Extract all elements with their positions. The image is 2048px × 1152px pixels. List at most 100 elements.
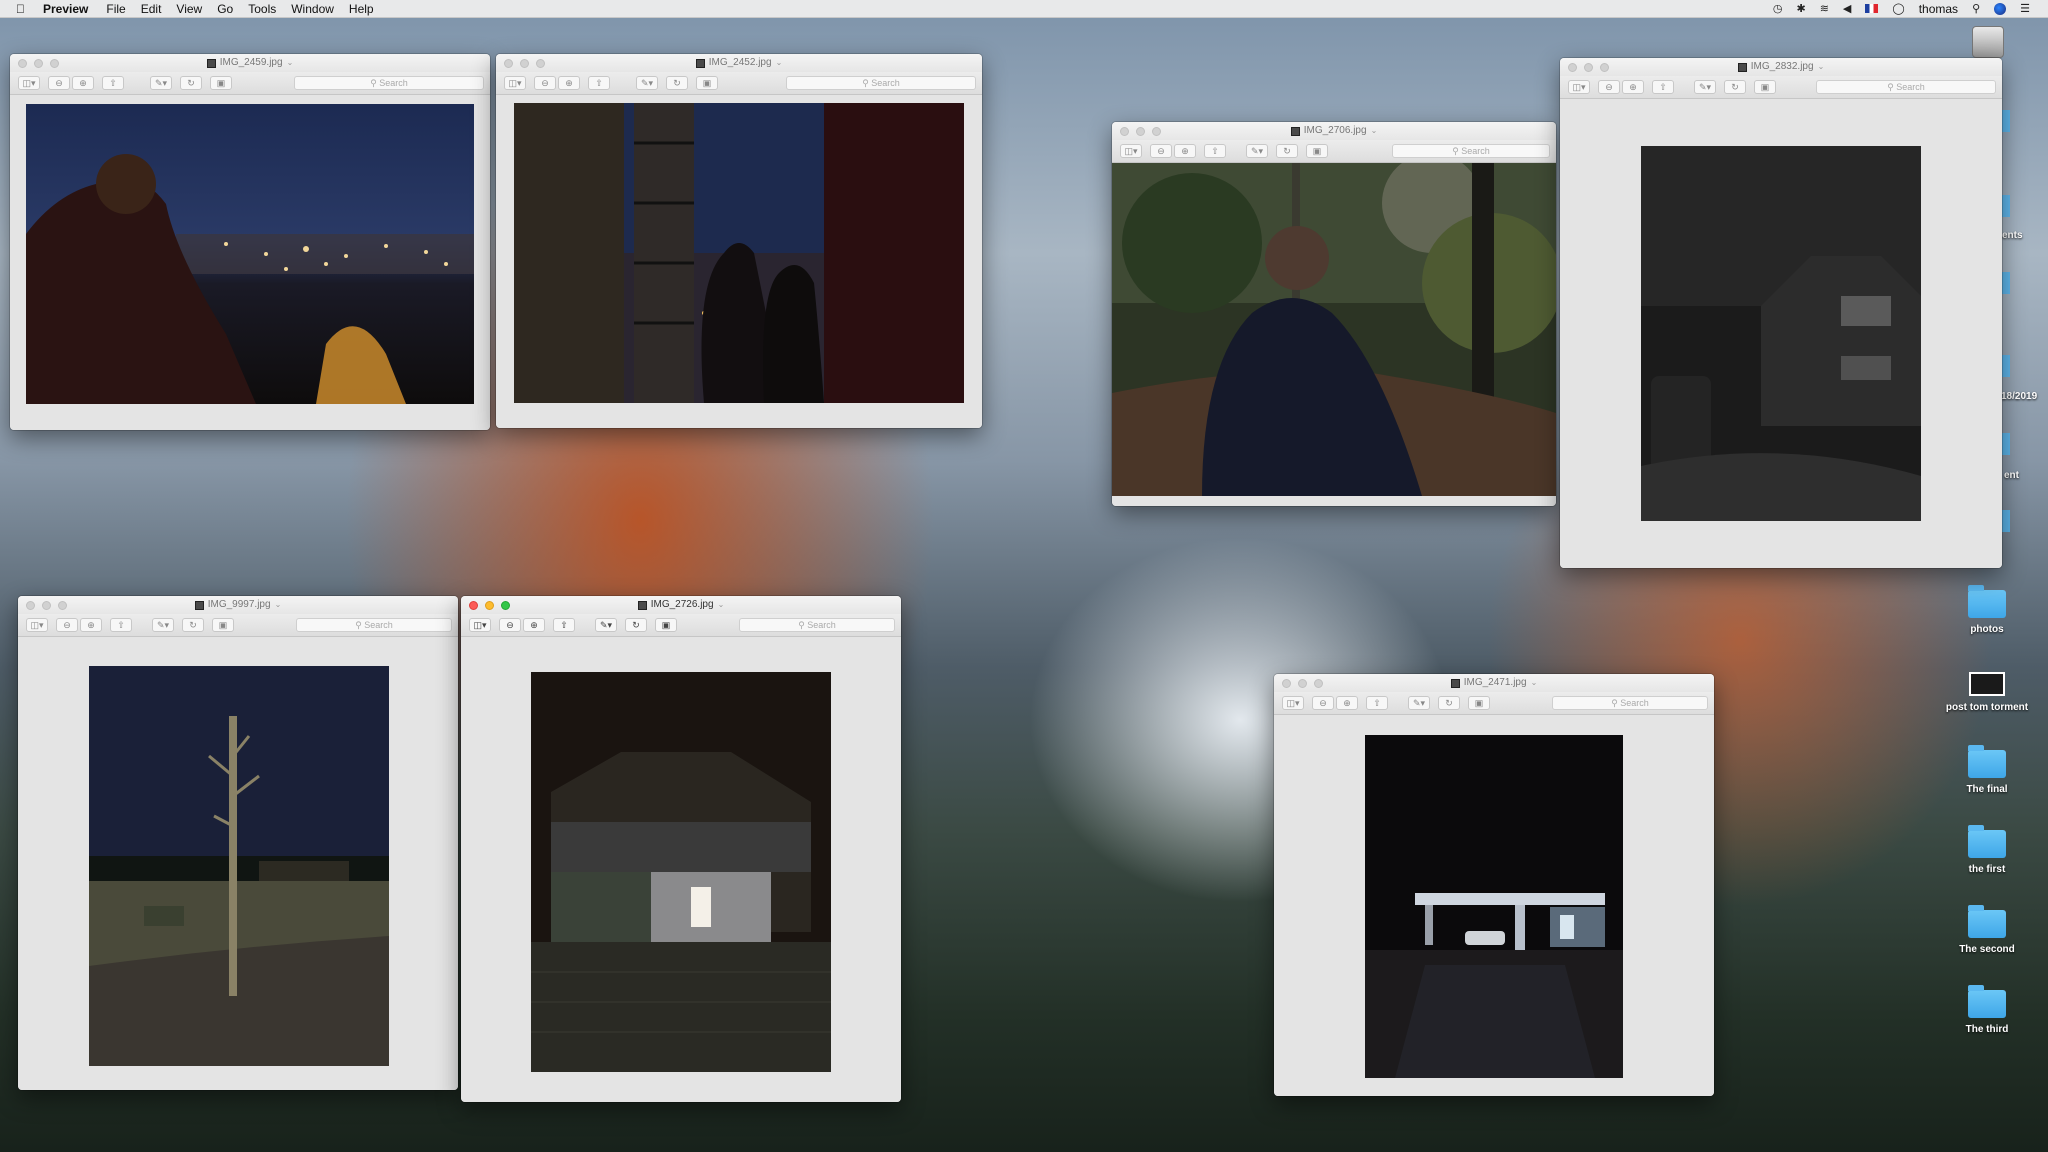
image-canvas[interactable]	[1560, 99, 2002, 568]
image-canvas[interactable]	[1274, 715, 1714, 1096]
zoom-out-button[interactable]: ⊖	[499, 618, 521, 632]
zoom-in-button[interactable]: ⊕	[1174, 144, 1196, 158]
chevron-down-icon[interactable]: ⌄	[1531, 674, 1538, 692]
chevron-down-icon[interactable]: ⌄	[718, 596, 725, 614]
preview-window-img-2459[interactable]: IMG_2459.jpg ⌄ ◫▾ ⊖ ⊕ ⇧ ✎▾ ↻ ▣ ⚲ Search	[10, 54, 490, 430]
minimize-button[interactable]	[1136, 127, 1145, 136]
menu-go[interactable]: Go	[217, 2, 233, 16]
zoom-in-button[interactable]: ⊕	[523, 618, 545, 632]
zoom-button[interactable]	[501, 601, 510, 610]
chevron-down-icon[interactable]: ⌄	[287, 54, 294, 72]
preview-window-img-2452[interactable]: IMG_2452.jpg ⌄ ◫▾ ⊖ ⊕ ⇧ ✎▾ ↻ ▣ ⚲ Search	[496, 54, 982, 428]
zoom-in-button[interactable]: ⊕	[72, 76, 94, 90]
toolbox-button[interactable]: ▣	[1468, 696, 1490, 710]
zoom-button[interactable]	[536, 59, 545, 68]
zoom-in-button[interactable]: ⊕	[1622, 80, 1644, 94]
markup-button[interactable]: ✎▾	[152, 618, 174, 632]
chevron-down-icon[interactable]: ⌄	[275, 596, 282, 614]
preview-window-img-2832[interactable]: IMG_2832.jpg ⌄ ◫▾ ⊖ ⊕ ⇧ ✎▾ ↻ ▣ ⚲ Search	[1560, 58, 2002, 568]
zoom-button[interactable]	[1152, 127, 1161, 136]
desktop-file-post-tom-torment[interactable]: post tom torment	[1937, 672, 2037, 713]
zoom-in-button[interactable]: ⊕	[80, 618, 102, 632]
toolbox-button[interactable]: ▣	[210, 76, 232, 90]
search-field[interactable]: ⚲ Search	[1816, 80, 1996, 94]
sidebar-toggle-button[interactable]: ◫▾	[18, 76, 40, 90]
window-titlebar[interactable]: IMG_2459.jpg ⌄	[10, 54, 490, 72]
zoom-button[interactable]	[58, 601, 67, 610]
search-field[interactable]: ⚲ Search	[739, 618, 895, 632]
chevron-down-icon[interactable]: ⌄	[1371, 122, 1378, 140]
sidebar-toggle-button[interactable]: ◫▾	[469, 618, 491, 632]
share-button[interactable]: ⇧	[1204, 144, 1226, 158]
menu-app-name[interactable]: Preview	[43, 2, 88, 16]
image-canvas[interactable]	[18, 637, 458, 1090]
window-titlebar[interactable]: IMG_2452.jpg ⌄	[496, 54, 982, 72]
close-button[interactable]	[1120, 127, 1129, 136]
image-canvas[interactable]	[10, 95, 490, 430]
rotate-button[interactable]: ↻	[180, 76, 202, 90]
share-button[interactable]: ⇧	[588, 76, 610, 90]
rotate-button[interactable]: ↻	[625, 618, 647, 632]
markup-button[interactable]: ✎▾	[1408, 696, 1430, 710]
window-titlebar[interactable]: IMG_2832.jpg ⌄	[1560, 58, 2002, 76]
menu-edit[interactable]: Edit	[141, 2, 162, 16]
menu-file[interactable]: File	[106, 2, 125, 16]
rotate-button[interactable]: ↻	[666, 76, 688, 90]
spotlight-search-icon[interactable]: ⚲	[1972, 2, 1980, 15]
time-machine-icon[interactable]: ◷	[1773, 2, 1783, 15]
menu-view[interactable]: View	[176, 2, 202, 16]
image-canvas[interactable]	[461, 637, 901, 1102]
minimize-button[interactable]	[520, 59, 529, 68]
close-button[interactable]	[504, 59, 513, 68]
close-button[interactable]	[26, 601, 35, 610]
markup-button[interactable]: ✎▾	[150, 76, 172, 90]
preview-window-img-2471[interactable]: IMG_2471.jpg ⌄ ◫▾ ⊖ ⊕ ⇧ ✎▾ ↻ ▣ ⚲ Search	[1274, 674, 1714, 1096]
share-button[interactable]: ⇧	[553, 618, 575, 632]
volume-icon[interactable]: ◀	[1843, 2, 1851, 15]
minimize-button[interactable]	[1298, 679, 1307, 688]
close-button[interactable]	[1282, 679, 1291, 688]
minimize-button[interactable]	[1584, 63, 1593, 72]
minimize-button[interactable]	[42, 601, 51, 610]
search-field[interactable]: ⚲ Search	[294, 76, 484, 90]
toolbox-button[interactable]: ▣	[1306, 144, 1328, 158]
window-titlebar[interactable]: IMG_2471.jpg ⌄	[1274, 674, 1714, 692]
desktop-folder-the-first[interactable]: the first	[1937, 825, 2037, 875]
search-field[interactable]: ⚲ Search	[296, 618, 452, 632]
share-button[interactable]: ⇧	[1652, 80, 1674, 94]
share-button[interactable]: ⇧	[110, 618, 132, 632]
sidebar-toggle-button[interactable]: ◫▾	[1120, 144, 1142, 158]
zoom-in-button[interactable]: ⊕	[1336, 696, 1358, 710]
zoom-out-button[interactable]: ⊖	[1150, 144, 1172, 158]
rotate-button[interactable]: ↻	[182, 618, 204, 632]
toolbox-button[interactable]: ▣	[1754, 80, 1776, 94]
share-button[interactable]: ⇧	[1366, 696, 1388, 710]
desktop-folder-the-final[interactable]: The final	[1937, 745, 2037, 795]
zoom-in-button[interactable]: ⊕	[558, 76, 580, 90]
rotate-button[interactable]: ↻	[1276, 144, 1298, 158]
zoom-out-button[interactable]: ⊖	[1598, 80, 1620, 94]
preview-window-img-2726[interactable]: IMG_2726.jpg ⌄ ◫▾ ⊖ ⊕ ⇧ ✎▾ ↻ ▣ ⚲ Search	[461, 596, 901, 1102]
menu-help[interactable]: Help	[349, 2, 374, 16]
notification-center-icon[interactable]: ☰	[2020, 2, 2030, 15]
input-source-flag-icon[interactable]	[1865, 4, 1879, 13]
search-field[interactable]: ⚲ Search	[1392, 144, 1550, 158]
image-canvas[interactable]	[1112, 163, 1556, 506]
hard-drive-icon[interactable]	[1972, 26, 2004, 58]
chevron-down-icon[interactable]: ⌄	[776, 54, 783, 72]
zoom-out-button[interactable]: ⊖	[1312, 696, 1334, 710]
menu-tools[interactable]: Tools	[248, 2, 276, 16]
share-button[interactable]: ⇧	[102, 76, 124, 90]
rotate-button[interactable]: ↻	[1724, 80, 1746, 94]
window-titlebar[interactable]: IMG_2726.jpg ⌄	[461, 596, 901, 614]
rotate-button[interactable]: ↻	[1438, 696, 1460, 710]
bluetooth-icon[interactable]: ✱	[1796, 2, 1805, 15]
zoom-button[interactable]	[1600, 63, 1609, 72]
menu-window[interactable]: Window	[291, 2, 334, 16]
minimize-button[interactable]	[34, 59, 43, 68]
sidebar-toggle-button[interactable]: ◫▾	[1568, 80, 1590, 94]
minimize-button[interactable]	[485, 601, 494, 610]
close-button[interactable]	[1568, 63, 1577, 72]
clock-icon[interactable]: ◯	[1892, 2, 1904, 15]
apple-menu-icon[interactable]: 	[16, 2, 25, 16]
